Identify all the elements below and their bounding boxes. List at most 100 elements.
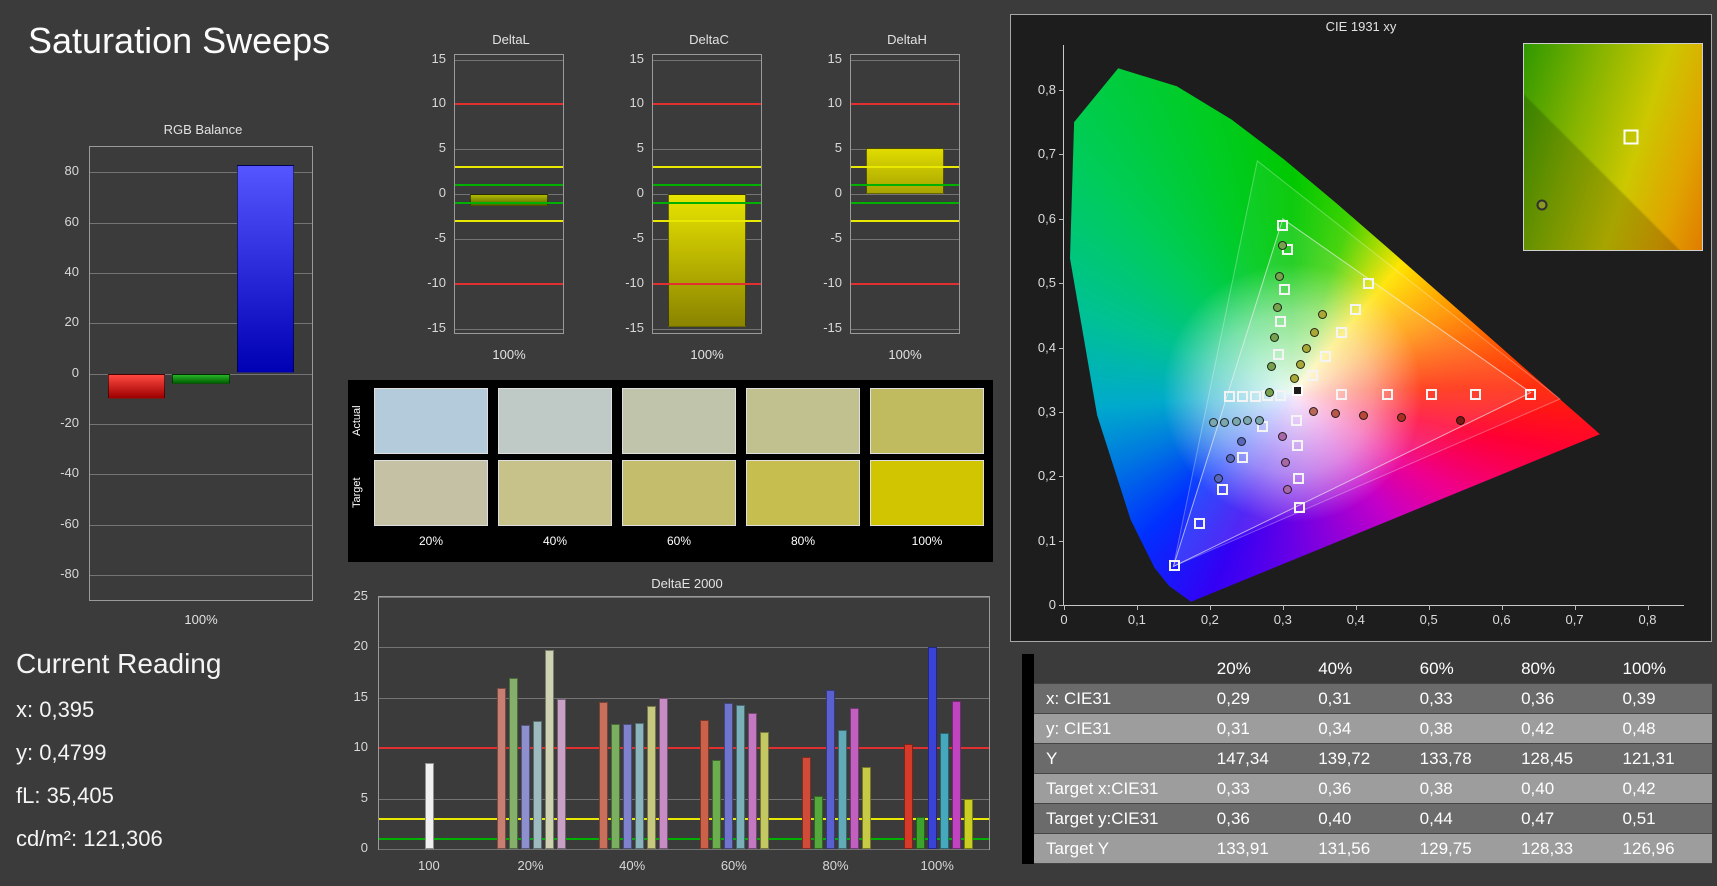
swatch-row-label-target: Target	[351, 477, 363, 509]
reference-line	[851, 184, 959, 186]
y-tick-label: 0	[438, 185, 446, 200]
table-cell: 0,36	[1306, 773, 1408, 804]
y-tick-label: 0,2	[1037, 468, 1056, 484]
y-tick-label: -40	[60, 465, 79, 481]
cie-zoom-inset	[1523, 43, 1703, 251]
delta-e-title: DeltaE 2000	[651, 576, 723, 591]
gridline	[379, 849, 989, 850]
measurement-marker	[1302, 344, 1312, 354]
reference-line	[653, 202, 761, 204]
table-row: Target y:CIE31 0,36 0,40 0,44 0,47 0,51	[1022, 803, 1712, 834]
y-tick-label: 5	[636, 140, 644, 156]
bar	[509, 677, 518, 849]
x-tick-label: 40%	[619, 858, 646, 873]
target-marker	[1349, 304, 1361, 316]
bar	[838, 730, 847, 849]
target-marker	[1426, 389, 1438, 400]
reference-line	[455, 282, 563, 285]
y-tick-label: -5	[434, 229, 446, 245]
y-tick-label: 15	[827, 50, 842, 66]
table-cell: 0,38	[1407, 713, 1510, 744]
table-cell: 0,47	[1509, 803, 1611, 834]
reference-line	[455, 219, 563, 222]
target-marker	[1306, 369, 1318, 381]
rgb-balance-title: RGB Balance	[163, 122, 243, 137]
x-tick-label: 0,4	[1346, 612, 1365, 627]
table-cell: 0,44	[1407, 803, 1510, 834]
gridline	[653, 328, 761, 330]
measurement-marker	[1275, 272, 1285, 282]
target-swatch	[498, 460, 612, 526]
x-tick-label: 80%	[822, 858, 849, 873]
current-reading-panel: Current Reading x: 0,395 y: 0,4799 fL: 3…	[16, 648, 221, 852]
table-cell: 147,34	[1204, 743, 1307, 774]
measurement-marker	[1283, 484, 1293, 494]
y-tick-label: 0	[636, 185, 644, 200]
table-header-cell: 100%	[1610, 654, 1712, 684]
target-marker	[1525, 389, 1537, 400]
bar	[939, 733, 949, 849]
delta-h-chart: DeltaH 15 10 5 0 -5 -10 -15 100%	[816, 30, 964, 366]
gridline	[851, 194, 959, 195]
y-tick-label: -5	[632, 229, 644, 245]
measurement-table-panel: 20% 40% 60% 80% 100% x: CIE31 0,29 0,31 0,33 0,36…	[1022, 654, 1712, 864]
bar	[963, 798, 973, 849]
target-marker	[1278, 284, 1290, 296]
delta-c-xlabel: 100%	[690, 347, 724, 362]
y-tick-label: -60	[60, 515, 79, 531]
y-tick-mark	[1059, 218, 1064, 220]
target-marker	[1224, 390, 1236, 402]
y-tick-label: 0,7	[1037, 146, 1056, 162]
table-cell: 0,36	[1509, 683, 1611, 714]
reading-x: x: 0,395	[16, 697, 95, 722]
gridline	[455, 238, 563, 240]
swatch-column-label: 100%	[911, 534, 943, 548]
bar	[951, 700, 961, 849]
y-tick-label: 10	[629, 95, 644, 111]
table-cell: 0,31	[1204, 713, 1307, 744]
y-tick-mark	[1059, 154, 1064, 156]
table-cell: 0,29	[1204, 683, 1307, 714]
bar	[736, 704, 746, 849]
table-cell: 0,51	[1610, 803, 1712, 834]
y-tick-label: 80	[64, 163, 79, 179]
gridline	[851, 59, 959, 61]
x-tick-label: 0	[1060, 612, 1068, 627]
target-marker	[1194, 517, 1206, 529]
bar	[866, 148, 944, 194]
table-cell: 0,38	[1407, 773, 1510, 804]
measurement-marker	[1231, 417, 1241, 427]
target-marker	[1336, 326, 1348, 338]
table-row-label: Target Y	[1034, 833, 1205, 864]
table-row: Target Y 133,91 131,56 129,75 128,33 126,96	[1022, 833, 1712, 864]
current-reading-heading: Current Reading	[16, 648, 222, 679]
reference-line	[379, 837, 989, 840]
bar	[521, 725, 530, 849]
actual-swatch	[498, 388, 612, 454]
table-row: y: CIE31 0,31 0,34 0,38 0,42 0,48	[1022, 713, 1712, 744]
table-cell: 0,31	[1306, 683, 1408, 714]
y-tick-label: -10	[427, 274, 446, 290]
bar	[598, 701, 608, 849]
y-tick-mark	[1059, 283, 1064, 285]
y-tick-label: 40	[64, 263, 79, 279]
x-tick-label: 0,6	[1492, 612, 1511, 627]
target-marker	[1237, 452, 1249, 464]
y-tick-label: 0,3	[1037, 403, 1056, 419]
x-tick-label: 0,2	[1200, 612, 1219, 627]
bar	[236, 164, 295, 374]
bar	[814, 795, 823, 849]
delta-l-plot	[454, 54, 564, 334]
swatch-row-label-actual: Actual	[351, 405, 363, 437]
y-tick-label: -80	[60, 565, 79, 581]
target-swatch	[622, 460, 736, 526]
measurement-marker	[1236, 437, 1246, 446]
table-header-cell: 80%	[1509, 654, 1611, 684]
table-cell: 128,45	[1509, 743, 1611, 774]
delta-c-chart: DeltaC 15 10 5 0 -5 -10 -15 100%	[618, 30, 766, 366]
x-tick-mark	[1282, 605, 1284, 610]
table-cell: 0,33	[1204, 773, 1307, 804]
y-tick-label: 20	[64, 314, 79, 330]
measurement-marker	[1280, 457, 1290, 467]
bar	[646, 705, 656, 849]
